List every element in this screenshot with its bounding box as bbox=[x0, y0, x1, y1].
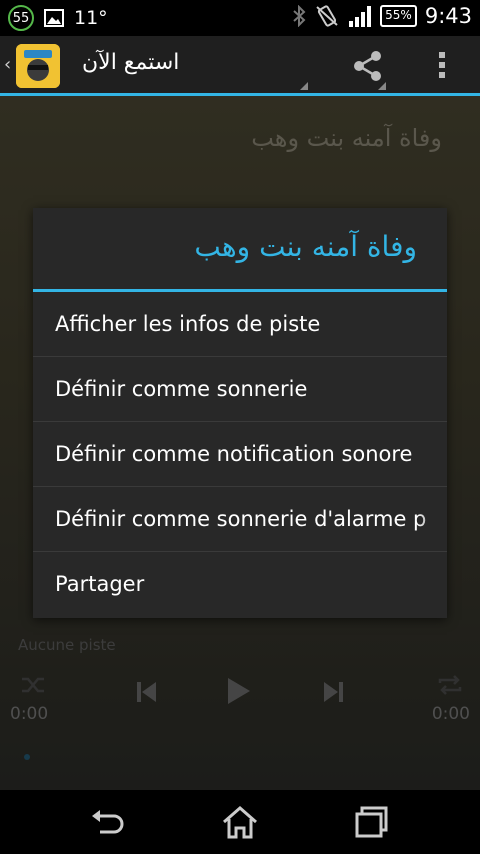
notification-count-badge: 55 bbox=[8, 5, 34, 31]
recent-apps-nav-icon[interactable] bbox=[352, 804, 392, 840]
overflow-menu-icon[interactable] bbox=[434, 48, 450, 84]
status-left: 55 11° bbox=[8, 5, 108, 31]
app-logo[interactable] bbox=[16, 44, 60, 88]
action-bar-title[interactable]: استمع الآن bbox=[82, 50, 179, 75]
status-bar: 55 11° 55% 9:43 bbox=[0, 0, 480, 36]
back-caret-icon[interactable]: ‹ bbox=[4, 54, 11, 75]
menu-item-show-track-info[interactable]: Afficher les infos de piste bbox=[33, 292, 447, 357]
dialog-title: وفاة آمنه بنت وهب bbox=[33, 208, 447, 292]
clock-text: 9:43 bbox=[424, 4, 472, 28]
text-fade bbox=[417, 487, 447, 551]
menu-item-set-alarm[interactable]: Définir comme sonnerie d'alarme p bbox=[33, 487, 447, 552]
signal-icon bbox=[349, 6, 372, 27]
share-icon[interactable] bbox=[350, 48, 386, 84]
temperature-text: 11° bbox=[74, 7, 108, 29]
status-right: 55% 9:43 bbox=[292, 4, 472, 28]
vibrate-icon bbox=[316, 5, 338, 27]
menu-item-set-ringtone[interactable]: Définir comme sonnerie bbox=[33, 357, 447, 422]
menu-item-set-alarm-label: Définir comme sonnerie d'alarme p bbox=[55, 507, 427, 531]
spinner-indicator-icon bbox=[300, 82, 308, 90]
navigation-bar bbox=[0, 790, 480, 854]
context-menu-dialog: وفاة آمنه بنت وهب Afficher les infos de … bbox=[33, 208, 447, 618]
bluetooth-icon bbox=[293, 5, 306, 27]
home-nav-icon[interactable] bbox=[220, 804, 260, 840]
menu-item-set-notification[interactable]: Définir comme notification sonore bbox=[33, 422, 447, 487]
menu-item-share[interactable]: Partager bbox=[33, 552, 447, 617]
back-nav-icon[interactable] bbox=[88, 804, 128, 840]
image-icon bbox=[44, 9, 64, 27]
battery-indicator: 55% bbox=[380, 5, 417, 27]
share-spinner-indicator-icon bbox=[378, 82, 386, 90]
app-logo-icon bbox=[16, 44, 60, 88]
action-bar: ‹ استمع الآن bbox=[0, 36, 480, 96]
